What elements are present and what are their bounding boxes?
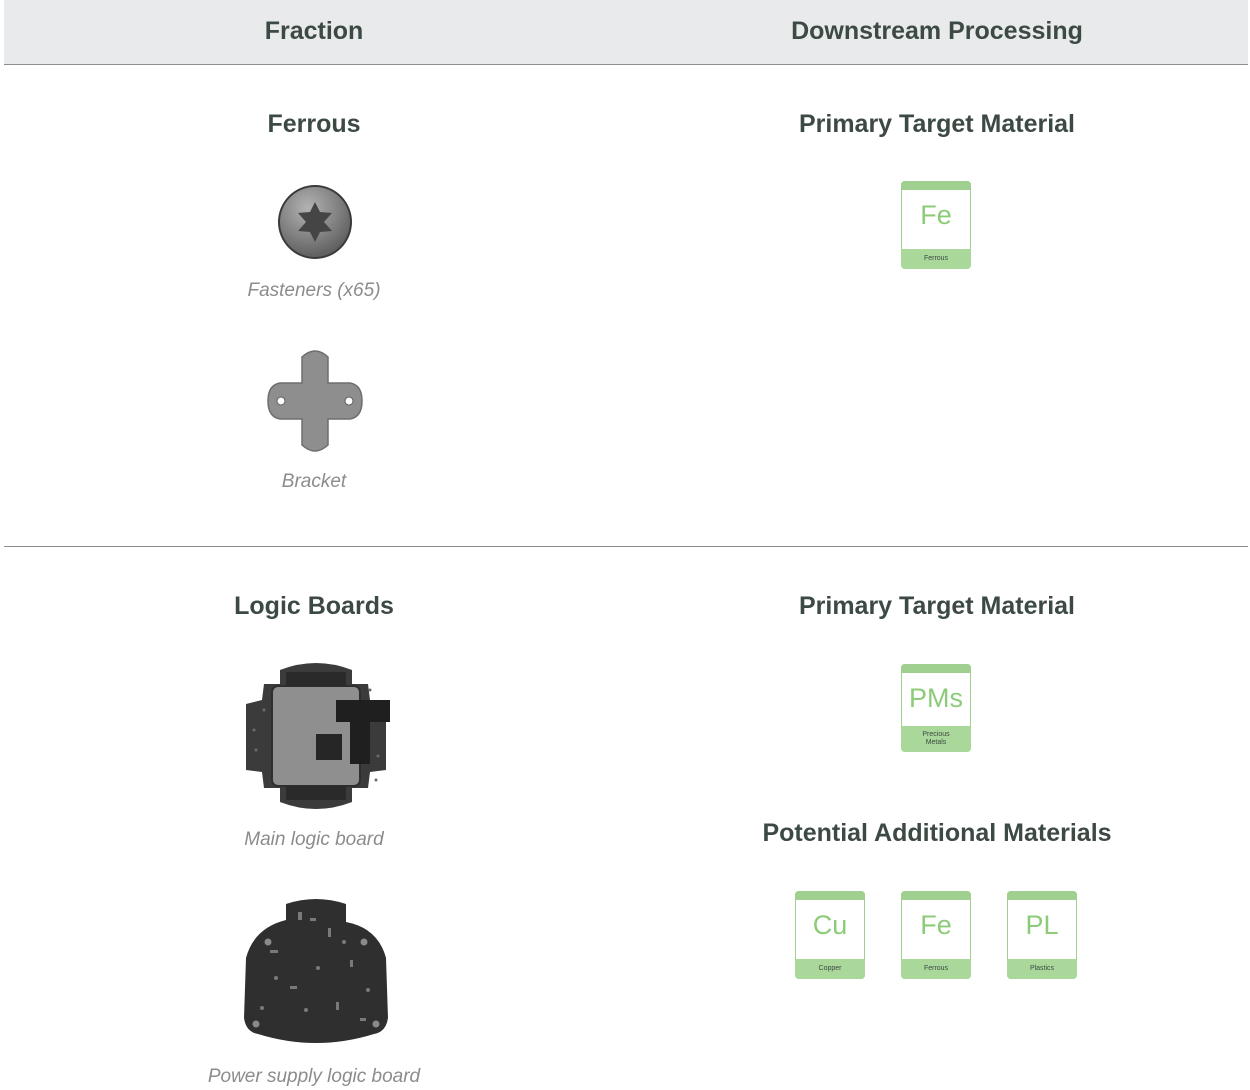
main-logic-board-icon [246,663,390,809]
material-tile-pms: PMs Precious Metals [901,664,971,752]
material-symbol: Cu [812,910,848,940]
material-name: Ferrous [923,965,949,972]
power-supply-board-icon [244,899,388,1043]
material-symbol: Fe [920,910,952,940]
item-caption-bracket: Bracket [281,471,347,492]
material-name: Plastics [1029,965,1055,972]
material-tile-cu: Cu Copper [795,891,865,979]
material-name: Ferrous [923,255,949,262]
potential-additional-materials-heading: Potential Additional Materials [762,819,1112,847]
primary-target-material-heading: Primary Target Material [798,110,1076,138]
primary-target-material-heading: Primary Target Material [798,592,1076,620]
screw-head-icon [278,185,352,259]
material-tile-fe: Fe Ferrous [901,891,971,979]
material-symbol: PMs [909,683,963,713]
fraction-title-ferrous: Ferrous [267,110,361,138]
material-tile-pl: PL Plastics [1007,891,1077,979]
material-name: Precious Metals [922,731,950,746]
fraction-column-header: Fraction [264,17,364,45]
material-name: Copper [818,965,842,972]
material-tile-fe: Fe Ferrous [901,181,971,269]
fraction-title-logic-boards: Logic Boards [234,592,394,620]
downstream-processing-column-header: Downstream Processing [791,17,1083,45]
item-caption-fasteners: Fasteners (x65) [247,280,381,301]
material-symbol: Fe [920,200,952,230]
item-caption-power-supply-board: Power supply logic board [207,1066,421,1087]
bracket-icon [267,350,363,452]
item-caption-main-logic-board: Main logic board [244,829,384,850]
section-divider [4,546,1248,547]
material-symbol: PL [1025,910,1059,940]
table-header: Fraction Downstream Processing [4,0,1248,65]
